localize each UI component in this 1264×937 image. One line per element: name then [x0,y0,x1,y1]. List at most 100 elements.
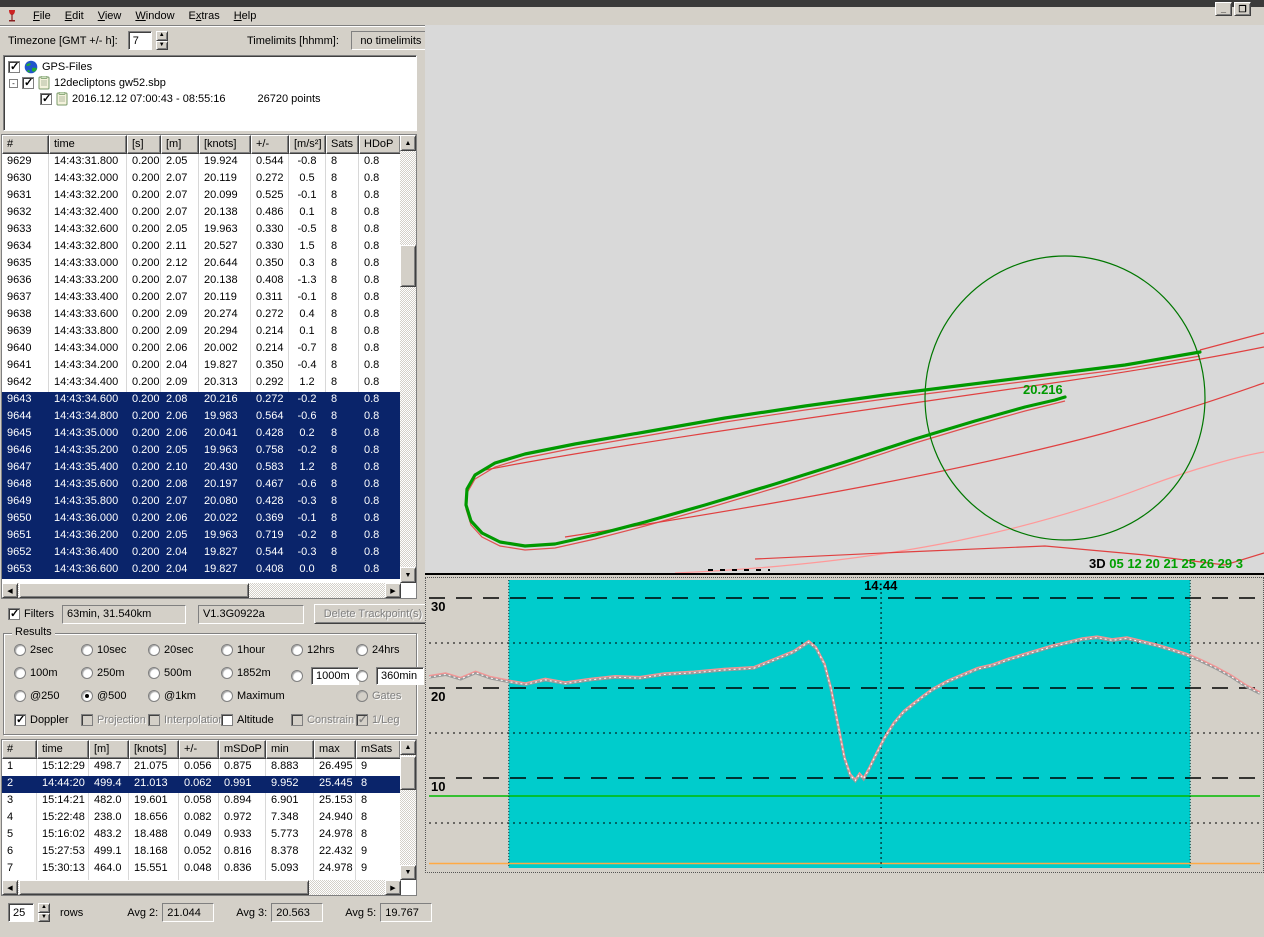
radio-icon[interactable] [291,644,303,656]
tree-session-row[interactable]: 2016.12.12 07:00:43 - 08:55:16 26720 poi… [8,91,416,107]
table-row[interactable]: 214:44:20499.421.0130.0620.9919.95225.44… [2,776,401,793]
radio-option-1hour[interactable]: 1hour [221,644,265,656]
hscroll-thumb[interactable] [19,880,309,895]
checkbox-option-constrain[interactable]: Constrain [291,714,354,726]
table-row[interactable]: 965314:43:36.6000.2002.0419.8270.4080.08… [2,562,401,579]
column-header-1[interactable]: time [49,135,127,154]
table-row[interactable]: 964614:43:35.2000.2002.0519.9630.758-0.2… [2,443,401,460]
column-header-8[interactable]: HDoP [359,135,401,154]
spin-down-icon[interactable]: ▼ [38,913,50,923]
column-header-2[interactable]: [s] [127,135,161,154]
radio-icon[interactable] [81,667,93,679]
radio-icon[interactable] [148,667,160,679]
table-row[interactable]: 115:12:29498.721.0750.0560.8758.88326.49… [2,759,401,776]
vscroll-thumb[interactable] [400,245,416,287]
tree-root-row[interactable]: GPS-Files [8,59,416,75]
spin-up-icon[interactable]: ▲ [38,903,50,913]
vscroll-thumb[interactable] [400,756,416,790]
column-header-7[interactable]: Sats [326,135,359,154]
radio-icon[interactable] [148,690,160,702]
column-header-3[interactable]: [m] [161,135,199,154]
table-row[interactable]: 964314:43:34.6000.2002.0820.2160.272-0.2… [2,392,401,409]
radio-option-[interactable]: 1000m [291,667,359,685]
table-row[interactable]: 963914:43:33.8000.2002.0920.2940.2140.18… [2,324,401,341]
radio-icon[interactable] [148,644,160,656]
menu-item-file[interactable]: File [26,8,58,24]
radio-icon[interactable] [356,670,368,682]
menu-item-help[interactable]: Help [227,8,264,24]
scroll-right-icon[interactable]: ▶ [385,583,401,598]
radio-option-500[interactable]: @500 [81,690,127,702]
table-row[interactable]: 964014:43:34.0000.2002.0620.0020.214-0.7… [2,341,401,358]
radio-icon[interactable] [221,690,233,702]
timelimits-box[interactable]: no timelimits [351,31,431,50]
radio-option-maximum[interactable]: Maximum [221,690,285,702]
radio-icon[interactable] [14,690,26,702]
table-row[interactable]: 963414:43:32.8000.2002.1120.5270.3301.58… [2,239,401,256]
radio-option-250[interactable]: @250 [14,690,60,702]
table-row[interactable]: 964514:43:35.0000.2002.0620.0410.4280.28… [2,426,401,443]
column-header-3[interactable]: [knots] [129,740,179,759]
table-row[interactable]: 964814:43:35.6000.2002.0820.1970.467-0.6… [2,477,401,494]
trackpoint-hscrollbar[interactable]: ◀ ▶ [2,583,401,598]
table-row[interactable]: 963514:43:33.0000.2002.1220.6440.3500.38… [2,256,401,273]
table-row[interactable]: 715:30:13464.015.5510.0480.8365.09324.97… [2,861,401,878]
table-row[interactable]: 315:14:21482.019.6010.0580.8946.90125.15… [2,793,401,810]
delete-trackpoints-button[interactable]: Delete Trackpoint(s) [314,604,432,624]
table-row[interactable]: 963314:43:32.6000.2002.0519.9630.330-0.5… [2,222,401,239]
checkbox-icon[interactable] [291,714,303,726]
radio-icon[interactable] [356,644,368,656]
checkbox-option-altitude[interactable]: Altitude [221,714,274,726]
scroll-left-icon[interactable]: ◀ [2,880,18,895]
scroll-down-icon[interactable]: ▼ [400,567,416,583]
scroll-up-icon[interactable]: ▲ [400,135,416,151]
radio-icon[interactable] [14,644,26,656]
column-header-0[interactable]: # [2,740,37,759]
table-row[interactable]: 963814:43:33.6000.2002.0920.2740.2720.48… [2,307,401,324]
custom-distance-input[interactable]: 1000m [311,667,359,685]
checkbox-icon[interactable] [356,714,368,726]
custom-time-input[interactable]: 360min [376,667,424,685]
menu-item-extras[interactable]: Extras [182,8,227,24]
radio-option-10sec[interactable]: 10sec [81,644,126,656]
menu-item-window[interactable]: Window [128,8,181,24]
root-checkbox[interactable] [8,61,20,73]
column-header-0[interactable]: # [2,135,49,154]
filters-checkbox[interactable] [8,608,20,620]
radio-option-[interactable]: 360min [356,667,424,685]
checkbox-option-projection[interactable]: Projection [81,714,146,726]
rows-input[interactable]: 25 [8,903,34,922]
scroll-up-icon[interactable]: ▲ [400,740,416,755]
column-header-5[interactable]: +/- [251,135,289,154]
table-row[interactable]: 963714:43:33.4000.2002.0720.1190.311-0.1… [2,290,401,307]
radio-icon[interactable] [221,667,233,679]
table-row[interactable]: 965214:43:36.4000.2002.0419.8270.544-0.3… [2,545,401,562]
hscroll-thumb[interactable] [19,583,249,598]
radio-option-12hrs[interactable]: 12hrs [291,644,335,656]
radio-icon[interactable] [14,667,26,679]
radio-option-2sec[interactable]: 2sec [14,644,53,656]
menu-item-view[interactable]: View [91,8,129,24]
table-row[interactable]: 962914:43:31.8000.2002.0519.9240.544-0.8… [2,154,401,171]
radio-icon[interactable] [221,644,233,656]
file-checkbox[interactable] [22,77,34,89]
scroll-down-icon[interactable]: ▼ [400,865,416,880]
column-header-6[interactable]: [m/s²] [289,135,326,154]
radio-option-1852m[interactable]: 1852m [221,667,271,679]
timezone-input[interactable]: 7 [128,31,152,50]
table-row[interactable]: 964414:43:34.8000.2002.0619.9830.564-0.6… [2,409,401,426]
table-row[interactable]: 515:16:02483.218.4880.0490.9335.77324.97… [2,827,401,844]
spin-up-icon[interactable]: ▲ [156,31,168,41]
radio-option-250m[interactable]: 250m [81,667,125,679]
table-row[interactable]: 965014:43:36.0000.2002.0620.0220.369-0.1… [2,511,401,528]
checkbox-icon[interactable] [81,714,93,726]
radio-option-24hrs[interactable]: 24hrs [356,644,400,656]
checkbox-icon[interactable] [148,714,160,726]
table-row[interactable]: 963214:43:32.4000.2002.0720.1380.4860.18… [2,205,401,222]
tree-file-row[interactable]: - 12decliptons gw52.sbp [8,75,416,91]
speed-chart[interactable]: 14:44302010 [425,577,1264,873]
column-header-6[interactable]: min [266,740,314,759]
table-row[interactable]: 963614:43:33.2000.2002.0720.1380.408-1.3… [2,273,401,290]
radio-option-100m[interactable]: 100m [14,667,58,679]
column-header-8[interactable]: mSats [356,740,401,759]
